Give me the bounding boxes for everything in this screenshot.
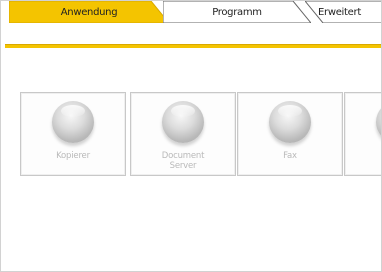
printer-button[interactable]: D (344, 92, 381, 176)
application-panel: Anwendung Programm Erweitert Kopierer Do… (0, 0, 382, 272)
document-server-button[interactable]: Document Server (130, 92, 236, 176)
document-server-label: Document Server (131, 151, 235, 171)
tab-bar (5, 23, 381, 45)
fax-button[interactable]: Fax (237, 92, 343, 176)
tab-programm[interactable]: Programm (163, 1, 311, 23)
kopierer-button[interactable]: Kopierer (20, 92, 126, 176)
printer-label: D (345, 151, 381, 161)
document-server-ball-icon (162, 101, 204, 143)
fax-ball-icon (269, 101, 311, 143)
tab-anwendung-label: Anwendung (60, 6, 118, 18)
fax-label: Fax (283, 151, 297, 161)
kopierer-label: Kopierer (56, 151, 90, 161)
document-server-label-line1: Document (161, 151, 205, 161)
tab-erweitert-label: Erweitert (318, 6, 361, 18)
tab-programm-label: Programm (212, 6, 262, 18)
copier-ball-icon (52, 101, 94, 143)
document-server-label-line2: Server (169, 161, 197, 171)
printer-ball-icon (376, 101, 381, 143)
tab-underline (5, 44, 381, 48)
tab-anwendung[interactable]: Anwendung (9, 1, 169, 23)
tab-erweitert[interactable]: Erweitert (305, 1, 381, 23)
